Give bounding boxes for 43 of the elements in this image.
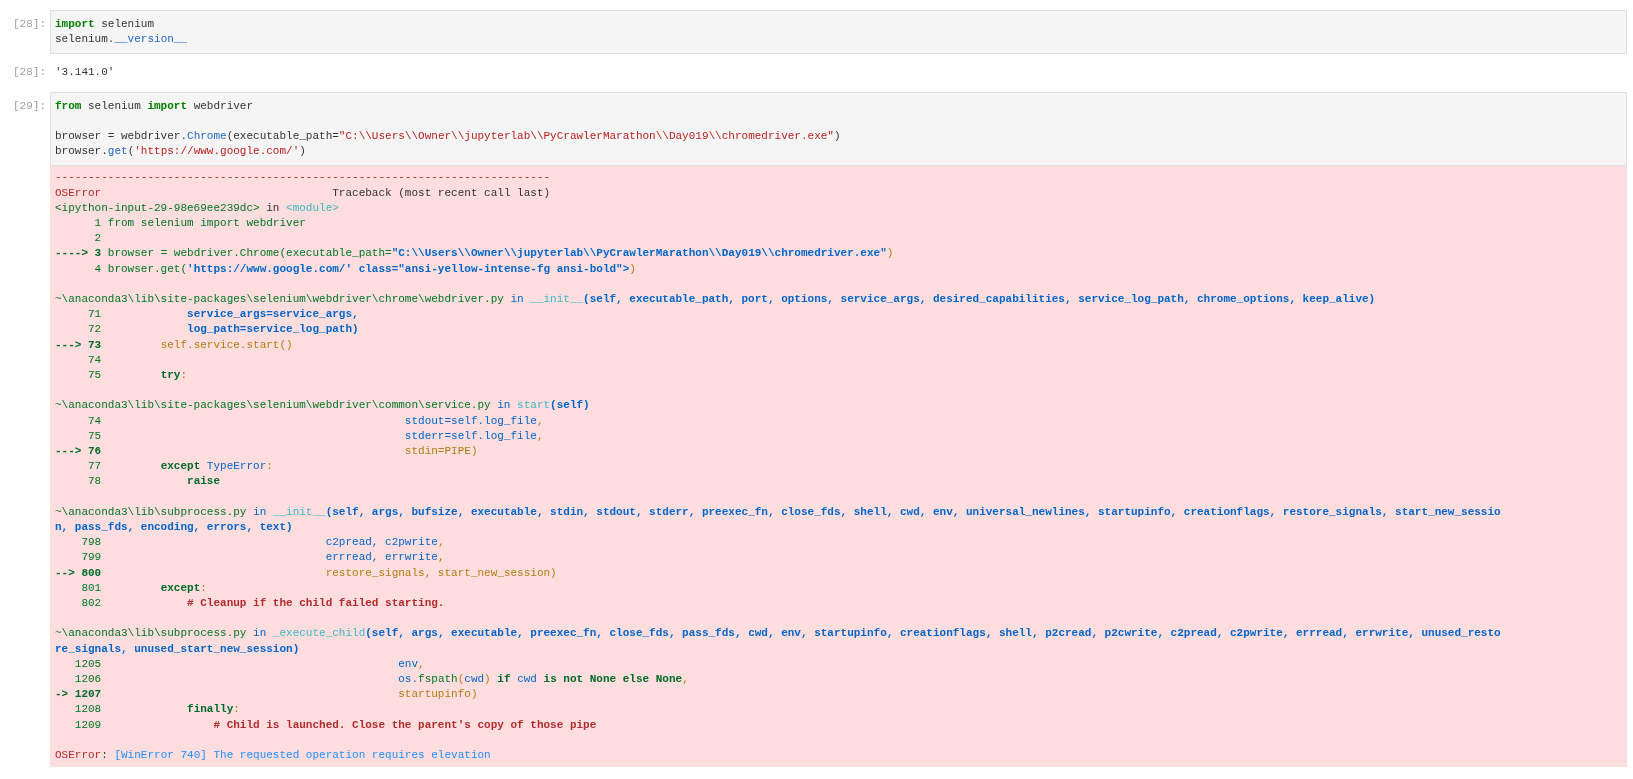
code-line: 802 # Cleanup if the child failed starting. (80, 596, 446, 612)
prompt-label: [29]: (13, 98, 46, 114)
code-line: 1209 # Child is launched. Close the parent's copy of those pipe (73, 717, 598, 733)
code-line: 72 log_path=service_log_path) (87, 322, 360, 338)
code-line: OSError: [WinError 740] The requested operation requires elevation (55, 748, 492, 764)
code-line: ----> 3 browser = webdriver.Chrome(executable_path="C:\\Users\\Owner\\jupyterlab\\PyCrawlerMarathon\\Day019\\chromedriver.exe") (55, 246, 895, 262)
code-line: 1205 env, (73, 656, 426, 672)
code-line: ~\anaconda3\lib\subprocess.py in __init__(self, args, bufsize, executable, stdin, stdout, stderr, preexec_fn, close_fds, shell, cwd, env, universal_newlines, startupinfo, creationflags, restore_signals, start_new_sessio (55, 504, 1502, 520)
code-line: import selenium (55, 17, 156, 32)
code-line: 74 (87, 352, 103, 368)
code-line: 798 c2pread, c2pwrite, (80, 535, 446, 551)
code-line: re_signals, unused_start_new_session) (55, 641, 301, 657)
code-line: 4 browser.get('https://www.google.com/' class="ansi-yellow-intense-fg ansi-bold">) (93, 261, 637, 277)
code-line: browser.get('https://www.google.com/') (55, 144, 307, 160)
code-line: from selenium import webdriver (55, 98, 255, 114)
code-line: 75 try: (87, 368, 189, 384)
code-line: 78 raise (87, 474, 222, 490)
code-line: OSError Traceback (most recent call last) (55, 185, 552, 201)
code-line: 1 from selenium import webdriver (93, 216, 307, 231)
code-line: --> 800 restore_signals, start_new_session) (55, 565, 558, 581)
prompt-label: [28]: (13, 65, 46, 81)
code-line: 799 errread, errwrite, (80, 550, 446, 566)
prompt-label: [28]: (13, 17, 46, 32)
code-line: 74 stdout=self.log_file, (87, 413, 545, 429)
code-line: '3.141.0' (55, 65, 116, 81)
code-line: 75 stderr=self.log_file, (87, 428, 545, 444)
code-line: browser = webdriver.Chrome(executable_path="C:\\Users\\Owner\\jupyterlab\\PyCrawlerMarathon\\Day019\\chromedriver.exe") (55, 129, 842, 144)
code-line: ---> 73 self.service.start() (55, 337, 294, 353)
code-line: <ipython-input-29-98e69ee239dc> in <module> (55, 200, 340, 216)
code-line: 2 (93, 231, 103, 247)
code-line: 1206 os.fspath(cwd) if cwd is not None else None, (73, 672, 690, 688)
code-line: ---> 76 stdin=PIPE) (55, 444, 479, 460)
code-line: 71 service_args=service_args, (87, 307, 360, 323)
code-line: 1208 finally: (73, 702, 241, 718)
code-line: ~\anaconda3\lib\site-packages\selenium\webdriver\chrome\webdriver.py in __init__(self, executable_path, port, options, service_args, desired_capabilities, service_log_path, chrome_options, keep_alive) (55, 292, 1377, 307)
code-line: ~\anaconda3\lib\subprocess.py in _execute_child(self, args, executable, preexec_fn, close_fds, pass_fds, cwd, env, startupinfo, creationflags, shell, p2cread, p2cwrite, c2pread, c2pwrite, errread, errwrite, unused_resto (55, 626, 1502, 642)
code-line: -> 1207 startupinfo) (55, 687, 479, 703)
code-line: 801 except: (80, 580, 208, 596)
code-line: ~\anaconda3\lib\site-packages\selenium\webdriver\common\service.py in start(self) (55, 398, 591, 414)
code-line: 77 except TypeError: (87, 459, 274, 475)
code-line: --------------------------------------------------------------------------- (55, 170, 552, 186)
code-line: selenium.__version__ (55, 32, 189, 48)
code-line: n, pass_fds, encoding, errors, text) (55, 520, 294, 536)
